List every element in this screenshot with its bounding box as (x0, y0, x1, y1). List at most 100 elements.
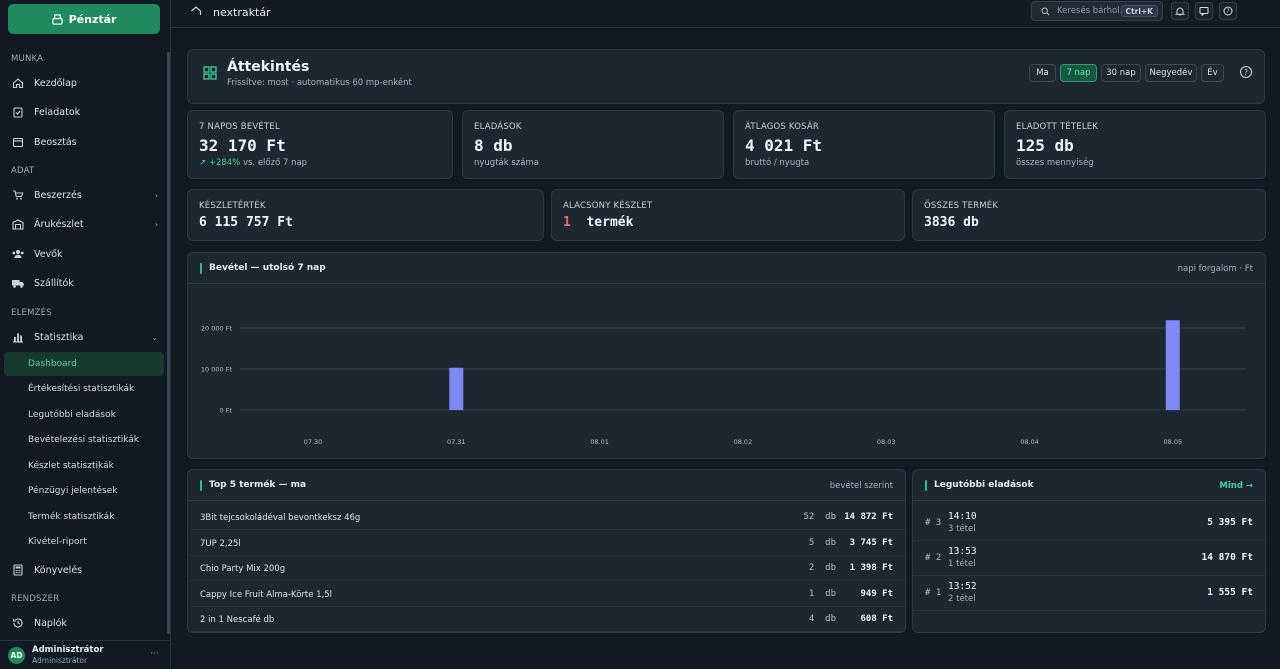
sidebar-item-beszerzes[interactable]: Beszerzés › (4, 183, 164, 207)
recent-sales-panel: Legutóbbi eladások Mind → # 3 14:10 3 téte… (912, 469, 1266, 633)
message-icon (1199, 7, 1209, 16)
kpi-total-products: ÖSSZES TERMÉK 3836 db (912, 189, 1266, 241)
revenue-bar[interactable] (449, 367, 464, 410)
sidebar-item-label: Könyvelés (34, 564, 83, 576)
kpi-value: 6 115 757 Ft (199, 215, 293, 230)
product-qty: 5 db (808, 537, 836, 548)
kpi-label: 7 NAPOS BEVÉTEL (199, 122, 280, 132)
pos-button[interactable]: Pénztár (8, 4, 160, 34)
feedback-button[interactable] (1195, 2, 1213, 20)
section-adat: ADAT (11, 166, 35, 176)
sidebar-subitem-dashboard[interactable]: Dashboard (4, 352, 164, 376)
sidebar-item-label: Naplók (34, 617, 67, 629)
kpi-revenue: 7 NAPOS BEVÉTEL 32 170 Ft ↗ +284% vs. el… (187, 110, 453, 179)
kpi-low-stock: ALACSONY KÉSZLET 1 termék (551, 189, 905, 241)
help-circle-icon: ? (1223, 6, 1233, 16)
range-quarter[interactable]: Negyedév (1145, 64, 1197, 82)
sidebar-scrollbar[interactable] (167, 52, 170, 634)
kpi-label: ALACSONY KÉSZLET (563, 201, 653, 211)
product-name: 7UP 2,25l (200, 538, 241, 549)
top5-panel: Top 5 termék — ma bevétel szerint 3Bit t… (187, 469, 906, 633)
user-profile[interactable]: AD Adminisztrátor Adminisztrátor ··· (0, 640, 170, 669)
sidebar-item-szallitok[interactable]: Szállítók (4, 271, 164, 295)
register-icon (51, 13, 63, 25)
topbar: nextraktár Keresés bárhol... Ctrl+K ? (171, 0, 1280, 28)
table-row[interactable]: 7UP 2,25l 5 db 3 745 Ft (188, 531, 905, 556)
table-row[interactable]: Chio Party Mix 200g 2 db 1 398 Ft (188, 556, 905, 582)
sidebar-item-feladatok[interactable]: Feladatok (4, 100, 164, 124)
sidebar-item-vevok[interactable]: Vevők (4, 242, 164, 266)
x-tick-label: 08.02 (734, 438, 753, 446)
page-title: Áttekintés (227, 59, 310, 75)
help-circle-icon[interactable]: ? (1239, 65, 1253, 79)
sidebar-item-label: Árukészlet (34, 218, 84, 230)
sidebar-item-naplok[interactable]: Naplók (4, 611, 164, 635)
list-item[interactable]: # 2 13:53 1 tétel 14 870 Ft (913, 540, 1265, 576)
sidebar-subitem-ertekesitesi[interactable]: Értékesítési statisztikák (4, 377, 164, 401)
table-row[interactable]: 2 in 1 Nescafé db 4 db 608 Ft (188, 607, 905, 633)
sidebar-item-beosztas[interactable]: Beosztás (4, 130, 164, 154)
kpi-value: 8 db (474, 136, 513, 155)
view-all-link[interactable]: Mind → (1219, 481, 1253, 491)
kpi-label: ÁTLAGOS KOSÁR (745, 122, 819, 132)
home-icon (11, 76, 25, 90)
list-item[interactable]: # 3 14:10 3 tétel 5 395 Ft (913, 505, 1265, 541)
sidebar-subitem-bevetelezesi[interactable]: Bevételezési statisztikák (4, 428, 164, 452)
y-tick-label: 10 000 Ft (201, 366, 233, 374)
sidebar-subitem-keszlet[interactable]: Készlet statisztikák (4, 454, 164, 478)
low-stock-count: 1 (563, 215, 571, 230)
kpi-value: 125 db (1016, 136, 1074, 155)
receipt-id: # 1 (925, 588, 942, 598)
help-button[interactable]: ? (1219, 2, 1237, 20)
receipt-amount: 5 395 Ft (1207, 517, 1253, 528)
divider (188, 500, 905, 501)
home-outline-icon[interactable] (190, 5, 202, 20)
sidebar-subitem-kivetel[interactable]: Kivétel-riport (4, 530, 164, 554)
range-today[interactable]: Ma (1029, 64, 1056, 82)
sidebar-item-kezdolap[interactable]: Kezdőlap (4, 71, 164, 95)
receipt-amount: 14 870 Ft (1201, 552, 1253, 563)
kpi-value: 3836 db (924, 215, 979, 230)
sidebar-item-arukeszlet[interactable]: Árukészlet › (4, 212, 164, 236)
list-item[interactable]: # 1 13:52 2 tétel 1 555 Ft (913, 575, 1265, 611)
table-row[interactable]: 3Bit tejcsokoládéval bevontkeksz 46g 52 d… (188, 505, 905, 530)
sidebar-subitem-termek[interactable]: Termék statisztikák (4, 505, 164, 529)
chevron-right-icon: › (154, 219, 158, 229)
receipt-time: 13:52 (948, 581, 977, 592)
kpi-sub: bruttó / nyugta (745, 158, 810, 168)
receipt-id: # 3 (925, 518, 942, 528)
sidebar-item-konyveles[interactable]: Könyvelés (4, 558, 164, 582)
search-input[interactable]: Keresés bárhol... Ctrl+K (1031, 1, 1163, 21)
kpi-basket: ÁTLAGOS KOSÁR 4 021 Ft bruttó / nyugta (733, 110, 995, 179)
product-qty: 1 db (808, 588, 836, 599)
sidebar-subitem-penzugyi[interactable]: Pénzügyi jelentések (4, 479, 164, 503)
refresh-status: Frissítve: most · automatikus 60 mp-enké… (227, 78, 412, 88)
range-7-days[interactable]: 7 nap (1060, 64, 1097, 82)
receipt-time: 13:53 (948, 546, 977, 557)
receipt-amount: 1 555 Ft (1207, 587, 1253, 598)
sidebar-item-statisztika[interactable]: Statisztika ⌄ (4, 325, 164, 349)
trend-suffix: vs. előző 7 nap (242, 158, 308, 168)
more-icon[interactable]: ··· (150, 649, 159, 659)
sidebar-item-label: Beszerzés (34, 189, 82, 201)
notifications-button[interactable] (1171, 2, 1189, 20)
breadcrumb[interactable]: nextraktár (213, 6, 271, 19)
range-30-days[interactable]: 30 nap (1101, 64, 1141, 82)
product-qty: 4 db (808, 614, 836, 625)
x-tick-label: 08.01 (590, 438, 609, 446)
range-year[interactable]: Év (1201, 64, 1224, 82)
product-qty: 52 db (803, 512, 836, 522)
panel-title: Legutóbbi eladások (925, 480, 1034, 491)
clipboard-check-icon (11, 105, 25, 119)
table-row[interactable]: Cappy Ice Fruit Alma-Körte 1,5l 1 db 949 F… (188, 582, 905, 607)
product-name: 2 in 1 Nescafé db (200, 615, 275, 626)
calculator-icon (11, 563, 25, 577)
revenue-bar[interactable] (1165, 320, 1180, 410)
kpi-sub: nyugták száma (474, 158, 539, 168)
search-placeholder: Keresés bárhol... (1057, 6, 1128, 16)
x-tick-label: 08.04 (1020, 438, 1039, 446)
receipt-items: 3 tétel (948, 524, 976, 534)
sidebar-item-label: Feladatok (34, 106, 81, 118)
section-rendszer: RENDSZER (11, 594, 60, 604)
sidebar-subitem-legutobbi[interactable]: Legutóbbi eladások (4, 403, 164, 427)
